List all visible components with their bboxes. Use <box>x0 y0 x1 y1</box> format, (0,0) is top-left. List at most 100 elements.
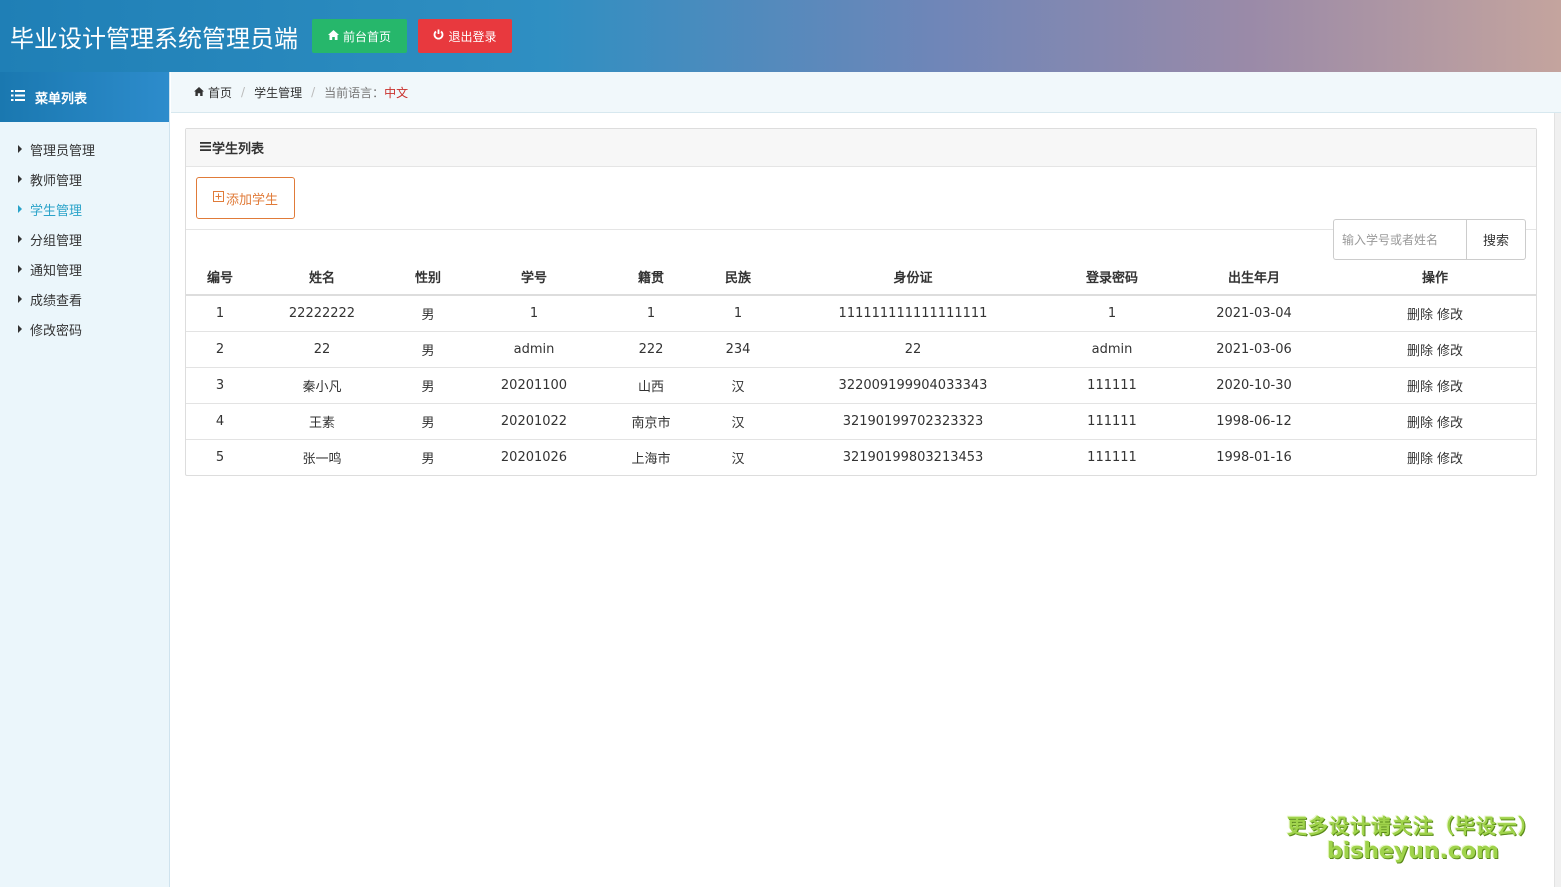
cell-birth: 2021-03-06 <box>1174 331 1334 368</box>
sidebar-item-groups[interactable]: 分组管理 <box>0 224 169 254</box>
app-title: 毕业设计管理系统管理员端 <box>10 24 298 53</box>
column-header: 身份证 <box>776 259 1050 296</box>
sidebar-item-label: 通知管理 <box>30 263 83 279</box>
sidebar-item-scores[interactable]: 成绩查看 <box>0 284 169 314</box>
watermark: 更多设计请关注（毕设云） bisheyun.com <box>1278 810 1548 864</box>
cell-birth: 2021-03-04 <box>1174 295 1334 332</box>
cell-actions: 删除 修改 <box>1334 439 1536 475</box>
edit-link[interactable]: 修改 <box>1437 452 1463 467</box>
sidebar-item-label: 学生管理 <box>30 203 83 219</box>
cell-hometown: 山西 <box>602 367 700 404</box>
sidebar-item-label: 管理员管理 <box>30 143 96 159</box>
search-button[interactable]: 搜索 <box>1466 219 1526 260</box>
watermark-line1: 更多设计请关注（毕设云） <box>1287 814 1539 838</box>
student-list-panel: 学生列表 添加学生 搜索 编号 姓名 性别 学号 籍贯 民族 身份证 登录密码 … <box>185 128 1537 476</box>
cell-password: 111111 <box>1087 449 1137 465</box>
vertical-scrollbar[interactable] <box>1554 113 1561 887</box>
cell-name: 22222222 <box>254 295 390 332</box>
cell-actions: 删除 修改 <box>1334 331 1536 368</box>
home-icon <box>327 29 339 43</box>
caret-right-icon <box>18 265 22 273</box>
cell-id: 1 <box>186 295 254 332</box>
sidebar-item-teachers[interactable]: 教师管理 <box>0 164 169 194</box>
cell-birth: 1998-06-12 <box>1174 403 1334 440</box>
column-header: 操作 <box>1334 259 1536 296</box>
cell-ethnicity: 1 <box>700 295 776 332</box>
caret-right-icon <box>18 175 22 183</box>
sidebar-menu: 管理员管理 教师管理 学生管理 分组管理 通知管理 成绩查看 修改密码 <box>0 122 169 344</box>
cell-id: 5 <box>215 449 225 465</box>
menu-header-label: 菜单列表 <box>35 91 88 107</box>
edit-link[interactable]: 修改 <box>1437 344 1463 359</box>
column-header: 登录密码 <box>1050 259 1174 296</box>
search-input[interactable] <box>1333 219 1466 260</box>
language-value: 中文 <box>384 85 409 100</box>
cell-student-no: 20201022 <box>466 403 602 440</box>
table-row: 1 22222222 男 1 1 1 111111111111111111 1 … <box>186 295 1536 332</box>
cell-gender: 男 <box>390 331 466 368</box>
breadcrumb-home[interactable]: 首页 <box>208 84 232 101</box>
delete-link[interactable]: 删除 <box>1407 380 1433 395</box>
breadcrumb-separator: / <box>311 85 316 99</box>
home-button[interactable]: 前台首页 <box>312 19 407 53</box>
logout-button[interactable]: 退出登录 <box>418 19 512 53</box>
table-row: 3 秦小凡 男 20201100 山西 汉 322009199904033343… <box>186 367 1536 404</box>
cell-ethnicity: 汉 <box>731 451 745 467</box>
breadcrumb: 首页 / 学生管理 / 当前语言： 中文 <box>171 72 1561 113</box>
sidebar-item-label: 教师管理 <box>30 173 83 189</box>
sidebar-item-password[interactable]: 修改密码 <box>0 314 169 344</box>
cell-gender: 男 <box>390 367 466 404</box>
delete-link[interactable]: 删除 <box>1407 452 1433 467</box>
cell-name: 王素 <box>254 403 390 440</box>
cell-name: 张一鸣 <box>302 451 342 467</box>
edit-link[interactable]: 修改 <box>1437 380 1463 395</box>
sidebar-item-label: 成绩查看 <box>30 293 83 309</box>
edit-link[interactable]: 修改 <box>1437 416 1463 431</box>
cell-id: 2 <box>186 331 254 368</box>
plus-square-icon <box>212 190 224 206</box>
cell-birth: 1998-01-16 <box>1216 449 1292 465</box>
add-student-button[interactable]: 添加学生 <box>196 177 295 219</box>
sidebar-item-notices[interactable]: 通知管理 <box>0 254 169 284</box>
cell-gender: 男 <box>390 403 466 440</box>
cell-password: 1 <box>1050 295 1174 332</box>
cell-name: 22 <box>254 331 390 368</box>
list-icon <box>11 89 25 105</box>
sidebar-item-admin[interactable]: 管理员管理 <box>0 134 169 164</box>
cell-ethnicity: 汉 <box>700 367 776 404</box>
column-header: 性别 <box>390 259 466 296</box>
cell-password: 111111 <box>1050 403 1174 440</box>
cell-id-card: 22 <box>776 331 1050 368</box>
delete-link[interactable]: 删除 <box>1407 308 1433 323</box>
column-header: 出生年月 <box>1174 259 1334 296</box>
cell-ethnicity: 234 <box>700 331 776 368</box>
caret-right-icon <box>18 295 22 303</box>
cell-gender: 男 <box>421 451 435 467</box>
cell-name: 秦小凡 <box>254 367 390 404</box>
breadcrumb-section[interactable]: 学生管理 <box>254 84 302 101</box>
cell-birth: 2020-10-30 <box>1174 367 1334 404</box>
edit-link[interactable]: 修改 <box>1437 308 1463 323</box>
logout-button-label: 退出登录 <box>448 29 497 44</box>
delete-link[interactable]: 删除 <box>1407 344 1433 359</box>
list-icon <box>200 140 211 155</box>
column-header: 学号 <box>466 259 602 296</box>
watermark-line2: bisheyun.com <box>1326 839 1500 864</box>
breadcrumb-separator: / <box>241 85 246 99</box>
home-icon <box>194 85 204 99</box>
cell-id-card: 322009199904033343 <box>776 367 1050 404</box>
cell-id-card: 32190199803213453 <box>842 449 984 465</box>
cell-id-card: 32190199702323323 <box>776 403 1050 440</box>
sidebar-item-label: 分组管理 <box>30 233 83 249</box>
sidebar: 菜单列表 管理员管理 教师管理 学生管理 分组管理 通知管理 成绩查看 修改密码 <box>0 72 170 887</box>
power-icon <box>433 29 444 43</box>
cell-password: 111111 <box>1050 367 1174 404</box>
cell-student-no: 20201100 <box>466 367 602 404</box>
delete-link[interactable]: 删除 <box>1407 416 1433 431</box>
panel-title: 学生列表 <box>212 142 265 157</box>
student-table: 编号 姓名 性别 学号 籍贯 民族 身份证 登录密码 出生年月 操作 1 222… <box>186 259 1536 475</box>
panel-header: 学生列表 <box>186 129 1536 167</box>
cell-id-card: 111111111111111111 <box>776 295 1050 332</box>
sidebar-item-students[interactable]: 学生管理 <box>0 194 169 224</box>
search-group: 搜索 <box>1333 219 1526 260</box>
